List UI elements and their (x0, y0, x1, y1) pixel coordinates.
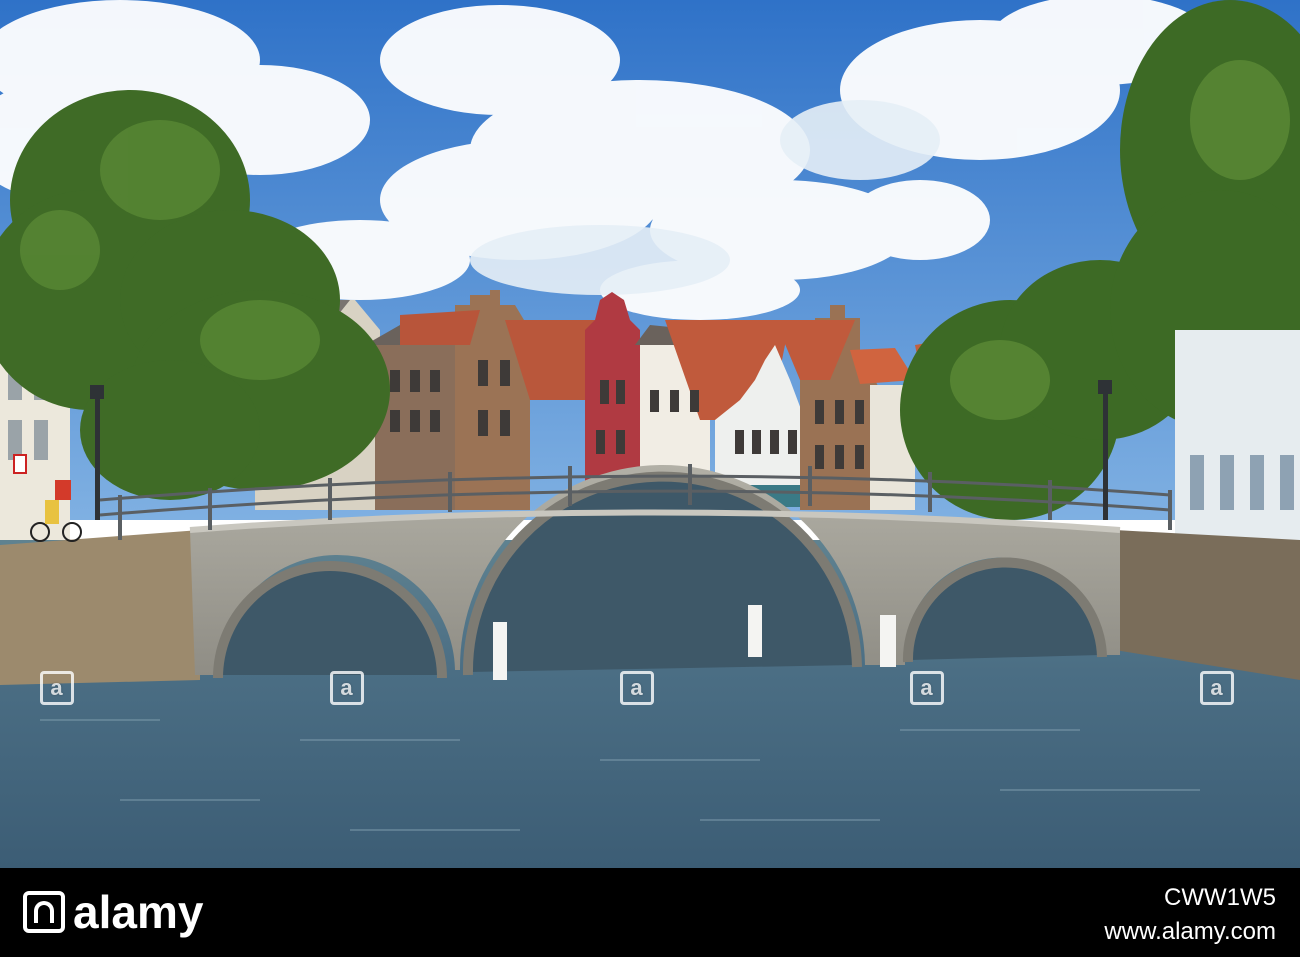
watermark: a (40, 670, 80, 706)
embankment-left (0, 530, 200, 685)
image-meta: CWW1W5 www.alamy.com (1104, 884, 1276, 946)
alamy-watermark-icon: a (1200, 671, 1234, 706)
canal-bridge-photo: a a a a a (0, 0, 1300, 868)
alamy-watermark-icon: a (620, 671, 654, 706)
watermark: a (330, 670, 370, 706)
alamy-watermark-icon: a (330, 671, 364, 706)
alamy-watermark-icon: a (40, 671, 74, 706)
site-link[interactable]: www.alamy.com (1104, 918, 1276, 946)
logo-text: alamy (73, 886, 204, 938)
footer-bar: alamy CWW1W5 www.alamy.com (0, 868, 1300, 957)
watermark: a (1200, 670, 1240, 706)
watermark: a (620, 670, 660, 706)
alamy-watermark-icon: a (910, 671, 944, 706)
watermark: a (910, 670, 950, 706)
photo-scene (0, 0, 1300, 868)
alamy-logo-icon (23, 891, 65, 933)
alamy-logo[interactable]: alamy (23, 886, 204, 938)
image-id: CWW1W5 (1164, 884, 1276, 911)
stock-photo-page: a a a a a alamy CWW1W5 www.alamy.com (0, 0, 1300, 957)
